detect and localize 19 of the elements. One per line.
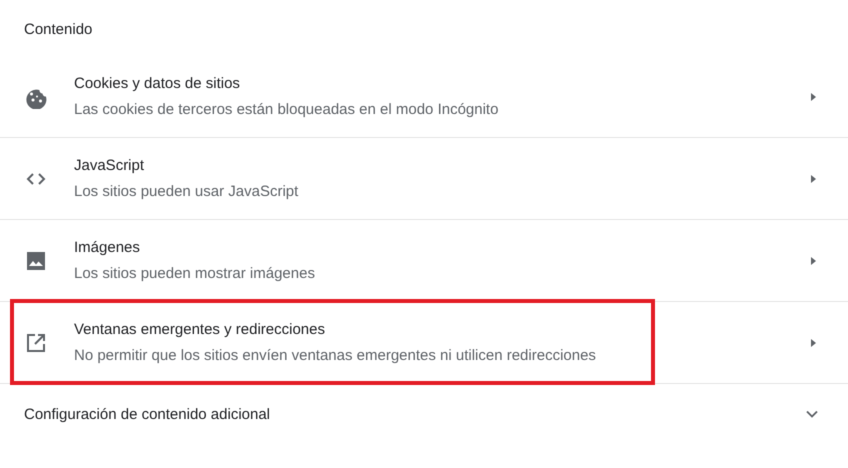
row-title: Ventanas emergentes y redirecciones bbox=[74, 321, 326, 338]
section-heading: Contenido bbox=[23, 20, 94, 40]
row-description: Los sitios pueden mostrar imágenes bbox=[74, 265, 316, 282]
settings-row[interactable]: Cookies y datos de sitios Las cookies de terceros están bloqueadas en el modo Incógnito bbox=[0, 56, 848, 138]
arrow-right-icon[interactable] bbox=[808, 92, 818, 102]
additional-settings-row[interactable]: Configuración de contenido adicional bbox=[0, 384, 848, 444]
additional-settings-label: Configuración de contenido adicional bbox=[24, 406, 272, 422]
row-title: JavaScript bbox=[74, 157, 146, 174]
row-description: Los sitios pueden usar JavaScript bbox=[74, 183, 300, 200]
arrow-right-icon[interactable] bbox=[808, 338, 818, 348]
row-description: Las cookies de terceros están bloqueadas en el modo Incógnito bbox=[74, 101, 500, 118]
arrow-right-icon[interactable] bbox=[808, 256, 818, 266]
settings-row[interactable]: Ventanas emergentes y redirecciones No permitir que los sitios envíen ventanas emergentes ni utilicen redirecciones bbox=[0, 302, 848, 384]
arrow-right-icon[interactable] bbox=[808, 174, 818, 184]
row-title: Cookies y datos de sitios bbox=[74, 75, 241, 92]
settings-row[interactable]: JavaScript Los sitios pueden usar JavaScript bbox=[0, 138, 848, 220]
row-description: No permitir que los sitios envíen ventanas emergentes ni utilicen redirecciones bbox=[74, 347, 597, 364]
settings-row[interactable]: Imágenes Los sitios pueden mostrar imágenes bbox=[0, 220, 848, 302]
row-title: Imágenes bbox=[74, 239, 141, 256]
